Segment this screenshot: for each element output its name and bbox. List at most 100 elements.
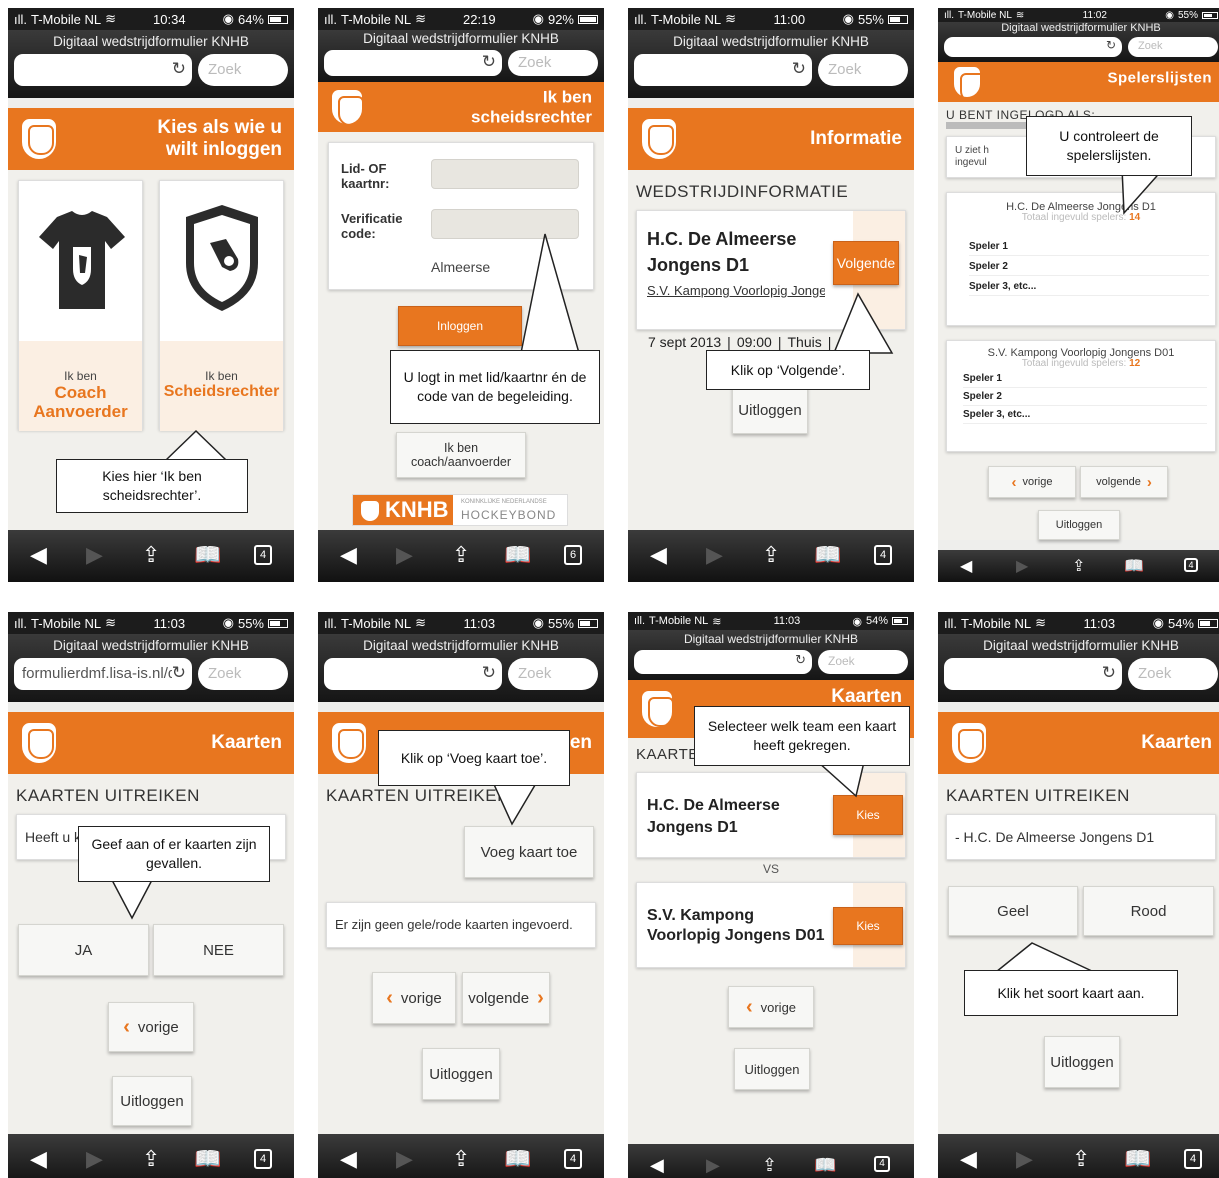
knhb-lion-logo	[22, 723, 56, 763]
clock: 11:02	[1082, 9, 1107, 21]
logout-button[interactable]: Uitloggen	[112, 1076, 192, 1126]
red-card-button[interactable]: Rood	[1083, 886, 1214, 936]
tabs-icon[interactable]: 4	[1184, 1149, 1202, 1169]
search-input[interactable]: Zoek	[198, 54, 288, 86]
knhb-lion-logo	[642, 119, 676, 159]
address-field[interactable]: ↻	[944, 658, 1122, 690]
share-icon[interactable]: ⇪	[142, 1148, 160, 1170]
address-field[interactable]: ↻	[324, 50, 502, 76]
tabs-icon[interactable]: 4	[874, 545, 892, 565]
tabs-icon[interactable]: 4	[1184, 558, 1198, 572]
back-icon[interactable]: ◀	[30, 544, 47, 566]
share-icon[interactable]: ⇪	[1072, 1148, 1090, 1170]
previous-button[interactable]: ‹ vorige	[372, 972, 456, 1024]
content-area: KAARTEN UITREIKEN Voeg kaart toe Er zijn…	[318, 774, 604, 1134]
search-input[interactable]: Zoek	[818, 54, 908, 86]
next-button[interactable]: volgende ›	[462, 972, 550, 1024]
bookmarks-icon[interactable]: 📖	[194, 544, 221, 566]
reload-icon[interactable]: ↻	[1101, 663, 1116, 683]
search-input[interactable]: Zoek	[508, 658, 598, 690]
yes-button[interactable]: JA	[18, 924, 149, 976]
back-icon[interactable]: ◀	[340, 1148, 357, 1170]
no-button[interactable]: NEE	[153, 924, 284, 976]
address-field[interactable]: ↻	[634, 54, 812, 86]
bookmarks-icon[interactable]: 📖	[814, 544, 841, 566]
address-field[interactable]: ↻	[634, 650, 812, 674]
logout-button[interactable]: Uitloggen	[1044, 1036, 1120, 1088]
tabs-icon[interactable]: 4	[874, 1156, 890, 1172]
forward-icon[interactable]: ▶	[1016, 1148, 1033, 1170]
forward-icon[interactable]: ▶	[396, 544, 413, 566]
logout-button[interactable]: Uitloggen	[422, 1048, 500, 1100]
share-icon[interactable]: ⇪	[452, 1148, 470, 1170]
share-icon[interactable]: ⇪	[142, 544, 160, 566]
previous-button[interactable]: ‹ vorige	[108, 1002, 194, 1052]
next-button[interactable]: volgende ›	[1080, 466, 1168, 498]
reload-icon[interactable]: ↻	[481, 52, 496, 72]
back-icon[interactable]: ◀	[650, 1154, 664, 1176]
add-card-button[interactable]: Voeg kaart toe	[464, 826, 594, 878]
logout-button[interactable]: Uitloggen	[734, 1048, 810, 1090]
share-icon[interactable]: ⇪	[762, 1154, 777, 1176]
reload-icon[interactable]: ↻	[481, 663, 496, 683]
choose-team1-button[interactable]: Kies	[833, 795, 903, 835]
referee-role-card[interactable]: Ik ben Scheidsrechter	[159, 180, 284, 431]
search-input[interactable]: Zoek	[508, 50, 598, 76]
logout-button[interactable]: Uitloggen	[732, 386, 808, 434]
clock: 11:03	[463, 615, 496, 631]
coach-login-button[interactable]: Ik ben coach/aanvoerder	[396, 432, 526, 478]
previous-button[interactable]: ‹ vorige	[988, 466, 1076, 498]
bookmarks-icon[interactable]: 📖	[1124, 556, 1144, 578]
share-icon[interactable]: ⇪	[1072, 556, 1085, 578]
yellow-card-button[interactable]: Geel	[948, 886, 1078, 936]
address-field[interactable]: ↻	[324, 658, 502, 690]
bookmarks-icon[interactable]: 📖	[504, 1148, 531, 1170]
share-icon[interactable]: ⇪	[762, 544, 780, 566]
bookmarks-icon[interactable]: 📖	[1124, 1148, 1151, 1170]
reload-icon[interactable]: ↻	[171, 59, 186, 79]
reload-icon[interactable]: ↻	[1105, 38, 1116, 52]
login-button[interactable]: Inloggen	[398, 306, 522, 346]
search-input[interactable]: Zoek	[818, 650, 908, 674]
address-field[interactable]: ↻	[14, 54, 192, 86]
bookmarks-icon[interactable]: 📖	[504, 544, 531, 566]
back-icon[interactable]: ◀	[30, 1148, 47, 1170]
next-button[interactable]: Volgende	[833, 241, 899, 285]
address-field[interactable]: ↻	[944, 37, 1122, 57]
reload-icon[interactable]: ↻	[171, 663, 186, 683]
tabs-icon[interactable]: 4	[254, 1149, 272, 1169]
knhb-subtitle-2: HOCKEYBOND	[461, 508, 557, 522]
forward-icon[interactable]: ▶	[1016, 556, 1028, 578]
search-input[interactable]: Zoek	[1128, 37, 1218, 57]
away-team-link[interactable]: S.V. Kampong Voorlopig Jongens	[647, 283, 825, 298]
back-icon[interactable]: ◀	[960, 1148, 977, 1170]
forward-icon[interactable]: ▶	[86, 544, 103, 566]
member-number-input[interactable]	[431, 159, 579, 189]
forward-icon[interactable]: ▶	[396, 1148, 413, 1170]
share-icon[interactable]: ⇪	[452, 544, 470, 566]
tabs-icon[interactable]: 4	[254, 545, 272, 565]
reload-icon[interactable]: ↻	[795, 652, 806, 668]
tabs-icon[interactable]: 4	[564, 1149, 582, 1169]
forward-icon[interactable]: ▶	[706, 544, 723, 566]
bookmarks-icon[interactable]: 📖	[814, 1154, 836, 1176]
back-icon[interactable]: ◀	[340, 544, 357, 566]
tabs-icon[interactable]: 6	[564, 545, 582, 565]
bookmarks-icon[interactable]: 📖	[194, 1148, 221, 1170]
forward-icon[interactable]: ▶	[706, 1154, 720, 1176]
forward-icon[interactable]: ▶	[86, 1148, 103, 1170]
logout-button[interactable]: Uitloggen	[1038, 510, 1120, 540]
choose-team2-button[interactable]: Kies	[833, 907, 903, 945]
address-field[interactable]: formulierdmf.lisa-is.nl/d ↻	[14, 658, 192, 690]
coach-role-card[interactable]: Ik ben Coach Aanvoerder	[18, 180, 143, 431]
back-icon[interactable]: ◀	[650, 544, 667, 566]
previous-button[interactable]: ‹ vorige	[728, 986, 814, 1028]
location-icon: ◉	[532, 11, 544, 26]
reload-icon[interactable]: ↻	[791, 59, 806, 79]
header-title: Kaarten	[1141, 732, 1212, 754]
wifi-icon: ≋	[1035, 615, 1046, 630]
next-label: volgende	[468, 989, 530, 1007]
search-input[interactable]: Zoek	[198, 658, 288, 690]
back-icon[interactable]: ◀	[960, 556, 972, 578]
search-input[interactable]: Zoek	[1128, 658, 1218, 690]
